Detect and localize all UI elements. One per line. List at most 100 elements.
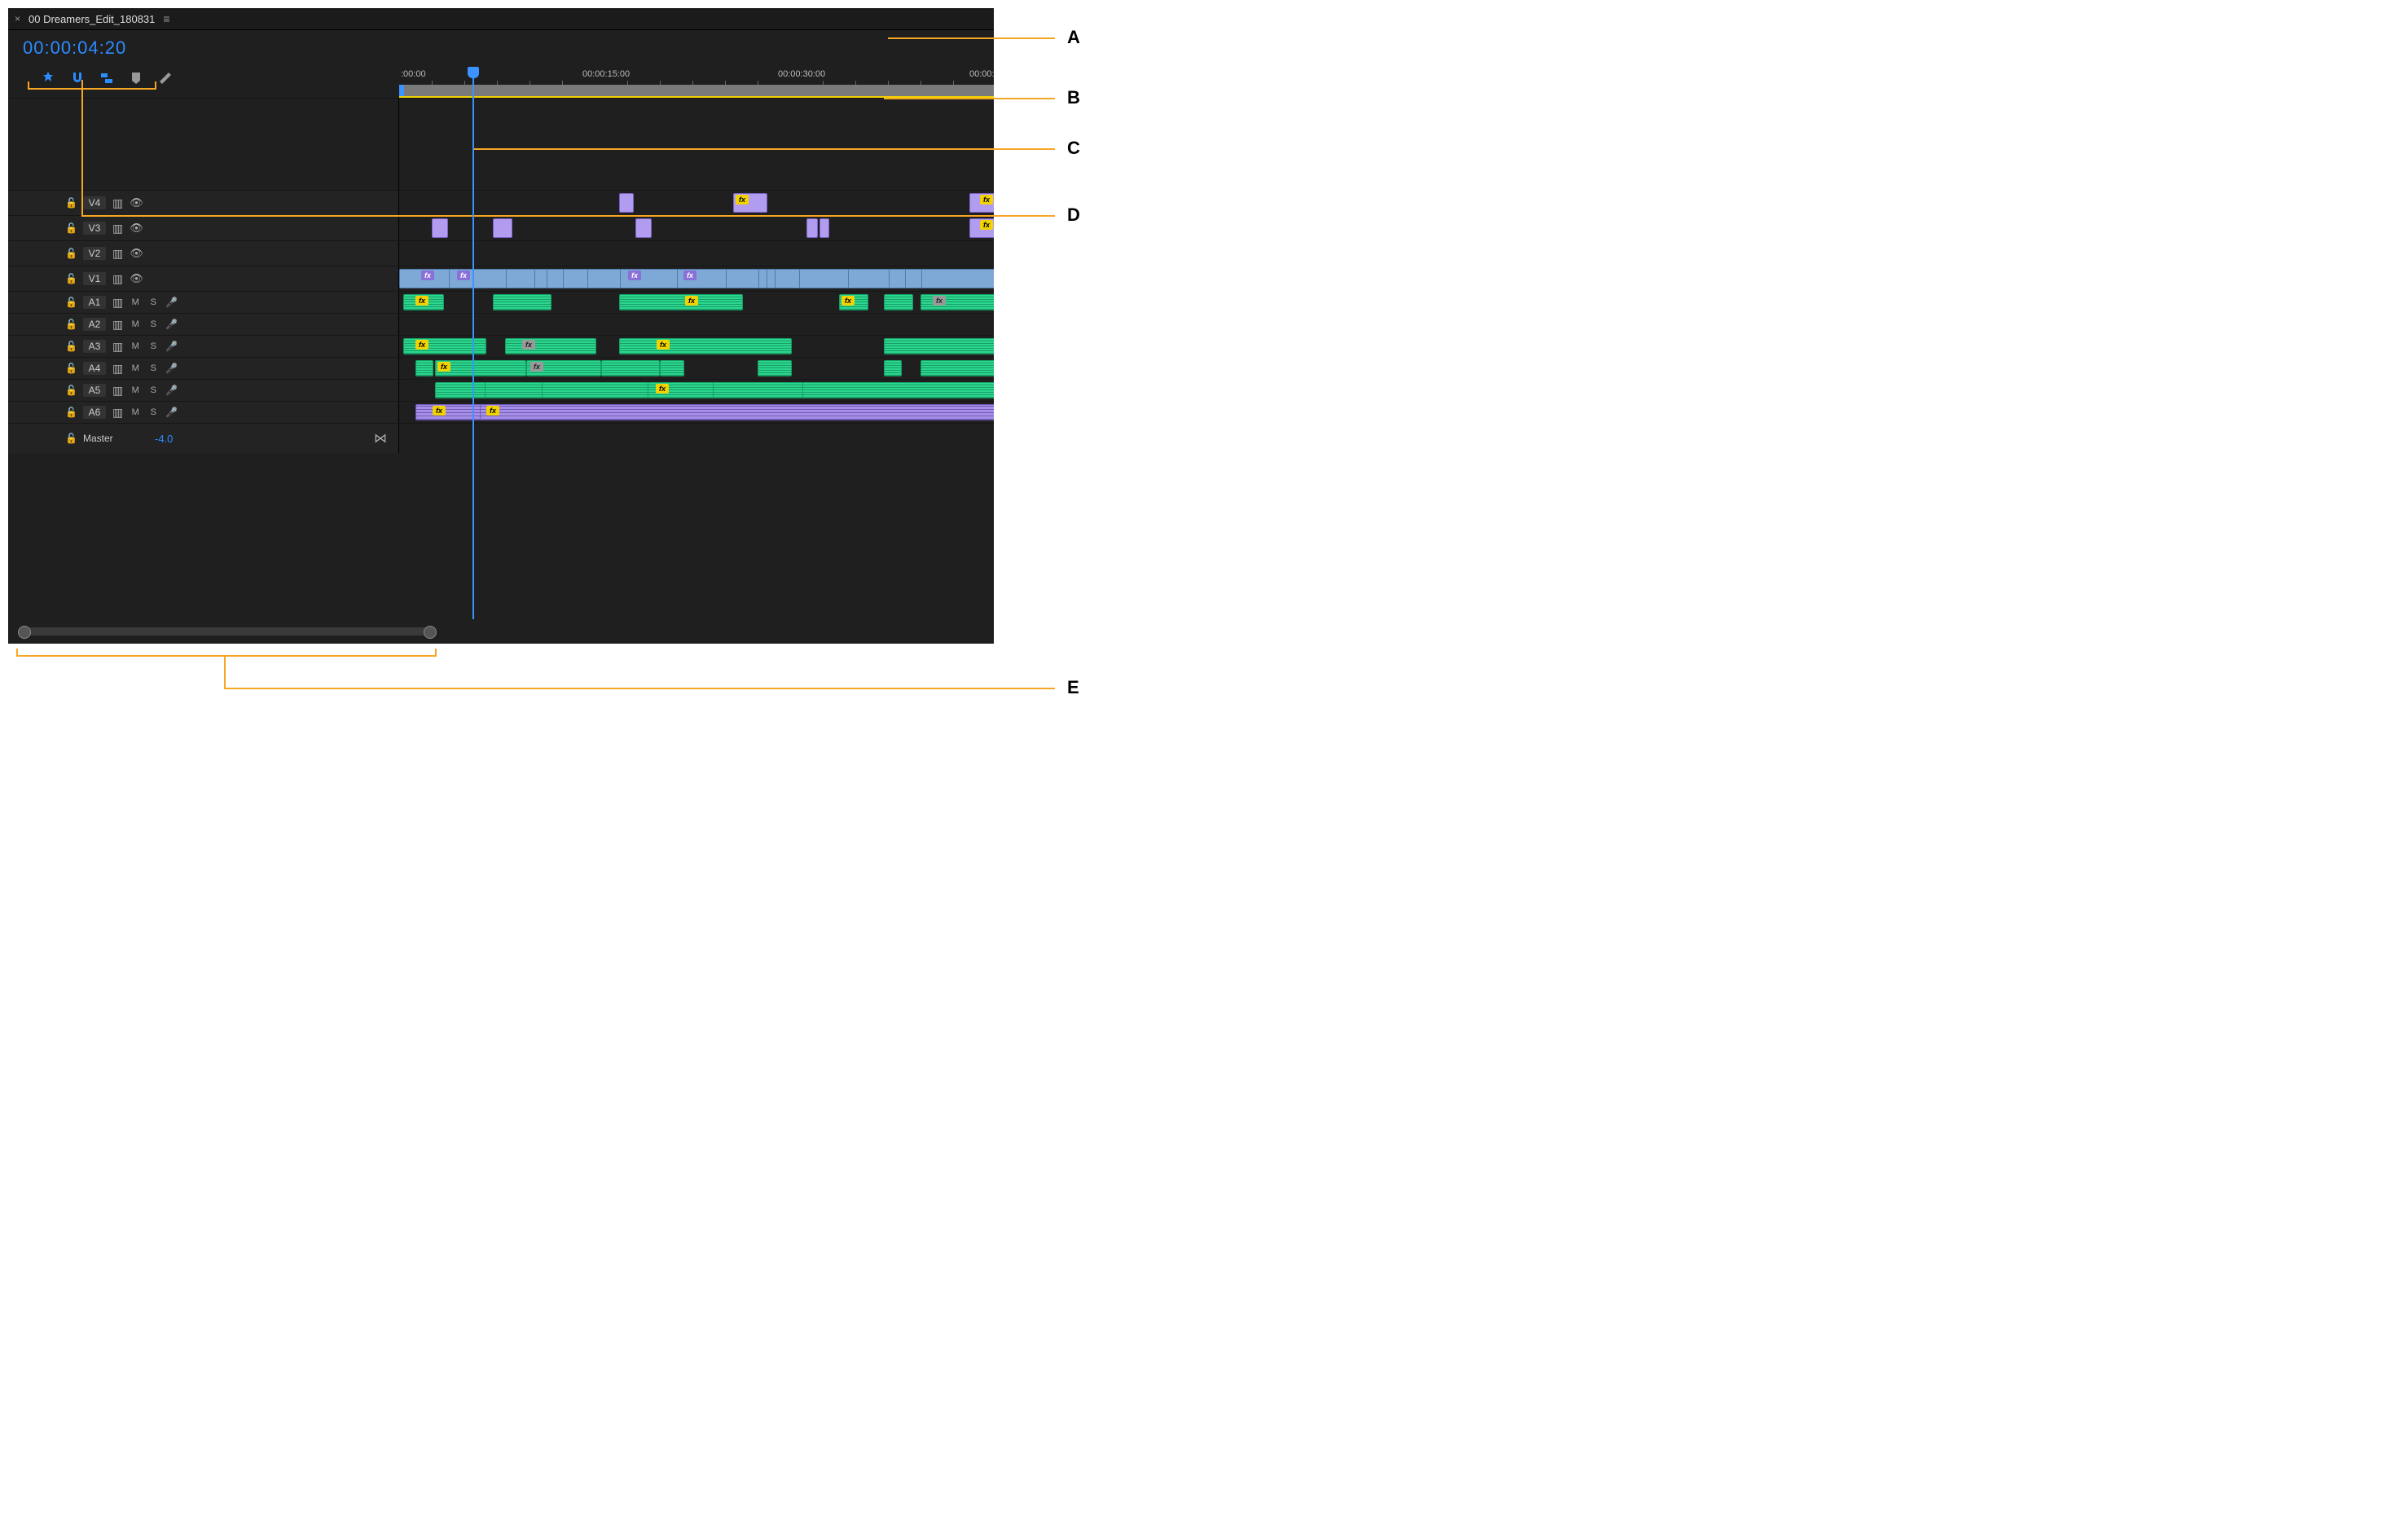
track-a2-clips[interactable]: [399, 313, 994, 335]
lock-icon[interactable]: 🔓: [65, 433, 77, 444]
track-v2-clips[interactable]: [399, 240, 994, 266]
video-clip[interactable]: [635, 218, 652, 238]
sync-lock-icon[interactable]: ▥: [112, 272, 123, 286]
track-name[interactable]: A3: [83, 340, 106, 353]
video-clip[interactable]: [820, 218, 829, 238]
lock-icon[interactable]: 🔓: [65, 341, 77, 352]
track-header-a6[interactable]: 🔓 A6 ▥ M S 🎤: [8, 401, 399, 423]
track-a6-clips[interactable]: fx fx: [399, 401, 994, 423]
video-clip[interactable]: [493, 218, 512, 238]
video-clip[interactable]: fx fx fx fx: [399, 269, 994, 288]
track-a4-clips[interactable]: fx fx: [399, 357, 994, 379]
toggle-output-icon[interactable]: 👁: [130, 247, 143, 260]
lock-icon[interactable]: 🔓: [65, 248, 77, 259]
solo-button[interactable]: S: [147, 407, 159, 417]
audio-clip[interactable]: fx: [839, 294, 868, 310]
track-header-v3[interactable]: 🔓 V3 ▥ 👁: [8, 215, 399, 240]
zoom-handle-left[interactable]: [18, 626, 31, 639]
video-clip[interactable]: [619, 193, 634, 213]
sync-lock-icon[interactable]: ▥: [112, 222, 123, 235]
track-name[interactable]: A6: [83, 406, 106, 419]
voice-over-icon[interactable]: 🎤: [165, 319, 178, 330]
time-ruler[interactable]: :00:00 00:00:15:00 00:00:30:00 00:00:4: [399, 67, 994, 86]
audio-clip[interactable]: [415, 360, 433, 376]
lock-icon[interactable]: 🔓: [65, 385, 77, 396]
track-header-v2[interactable]: 🔓 V2 ▥ 👁: [8, 240, 399, 266]
track-name[interactable]: A1: [83, 296, 106, 309]
sync-lock-icon[interactable]: ▥: [112, 196, 123, 210]
sync-lock-icon[interactable]: ▥: [112, 384, 123, 398]
playhead-handle-icon[interactable]: [468, 67, 479, 78]
audio-clip[interactable]: [601, 360, 660, 376]
track-v4-clips[interactable]: fx fx: [399, 190, 994, 215]
audio-clip[interactable]: [758, 360, 792, 376]
sync-lock-icon[interactable]: ▥: [112, 406, 123, 420]
audio-clip[interactable]: [493, 294, 551, 310]
track-header-a3[interactable]: 🔓 A3 ▥ M S 🎤: [8, 335, 399, 357]
audio-clip[interactable]: fx: [921, 294, 994, 310]
mute-button[interactable]: M: [130, 341, 141, 351]
track-a5-clips[interactable]: fx: [399, 379, 994, 401]
solo-button[interactable]: S: [147, 385, 159, 395]
mute-button[interactable]: M: [130, 363, 141, 373]
track-name[interactable]: V4: [83, 196, 106, 209]
voice-over-icon[interactable]: 🎤: [165, 363, 178, 374]
audio-clip[interactable]: [660, 360, 684, 376]
audio-clip[interactable]: [884, 338, 994, 354]
audio-clip[interactable]: fx: [526, 360, 601, 376]
sync-lock-icon[interactable]: ▥: [112, 318, 123, 332]
track-header-a5[interactable]: 🔓 A5 ▥ M S 🎤: [8, 379, 399, 401]
mute-button[interactable]: M: [130, 297, 141, 307]
toggle-output-icon[interactable]: 👁: [130, 272, 143, 285]
voice-over-icon[interactable]: 🎤: [165, 407, 178, 418]
track-name[interactable]: A5: [83, 384, 106, 397]
solo-button[interactable]: S: [147, 297, 159, 307]
audio-clip[interactable]: fx: [435, 382, 994, 398]
solo-button[interactable]: S: [147, 341, 159, 351]
video-clip[interactable]: fx: [733, 193, 767, 213]
mute-button[interactable]: M: [130, 319, 141, 329]
track-a1-clips[interactable]: fx fx fx fx: [399, 291, 994, 313]
voice-over-icon[interactable]: 🎤: [165, 297, 178, 308]
track-v3-clips[interactable]: fx: [399, 215, 994, 240]
track-v1-clips[interactable]: fx fx fx fx: [399, 266, 994, 291]
audio-clip[interactable]: fx: [435, 360, 526, 376]
video-clip[interactable]: fx: [969, 193, 994, 213]
lock-icon[interactable]: 🔓: [65, 297, 77, 308]
track-header-v4[interactable]: 🔓 V4 ▥ 👁: [8, 190, 399, 215]
track-name[interactable]: V1: [83, 272, 106, 285]
video-clip[interactable]: [806, 218, 818, 238]
track-name[interactable]: A4: [83, 362, 106, 375]
work-area-bar[interactable]: [399, 85, 994, 98]
voice-over-icon[interactable]: 🎤: [165, 385, 178, 396]
track-header-a4[interactable]: 🔓 A4 ▥ M S 🎤: [8, 357, 399, 379]
toggle-output-icon[interactable]: 👁: [130, 222, 143, 235]
lock-icon[interactable]: 🔓: [65, 273, 77, 284]
close-tab-icon[interactable]: ×: [15, 13, 20, 24]
audio-clip[interactable]: fx fx: [415, 404, 994, 420]
work-area-in-handle[interactable]: [399, 85, 404, 96]
audio-clip[interactable]: fx: [619, 294, 743, 310]
track-a3-clips[interactable]: fx fx fx: [399, 335, 994, 357]
track-name[interactable]: V2: [83, 247, 106, 260]
video-clip[interactable]: fx: [969, 218, 994, 238]
panel-menu-icon[interactable]: ≡: [163, 12, 169, 25]
track-header-master[interactable]: 🔓 Master -4.0 ⋈: [8, 423, 399, 453]
playhead[interactable]: [472, 67, 474, 619]
zoom-scrollbar[interactable]: [20, 627, 435, 636]
sequence-title[interactable]: 00 Dreamers_Edit_180831: [29, 13, 155, 25]
toggle-output-icon[interactable]: 👁: [130, 196, 143, 209]
audio-clip[interactable]: [884, 294, 913, 310]
track-header-a2[interactable]: 🔓 A2 ▥ M S 🎤: [8, 313, 399, 335]
mute-button[interactable]: M: [130, 385, 141, 395]
master-volume[interactable]: -4.0: [155, 433, 173, 445]
lock-icon[interactable]: 🔓: [65, 363, 77, 374]
zoom-handle-right[interactable]: [424, 626, 437, 639]
track-name[interactable]: A2: [83, 318, 106, 331]
audio-clip[interactable]: fx: [619, 338, 792, 354]
solo-button[interactable]: S: [147, 319, 159, 329]
track-header-v1[interactable]: 🔓 V1 ▥ 👁: [8, 266, 399, 291]
solo-button[interactable]: S: [147, 363, 159, 373]
track-header-a1[interactable]: 🔓 A1 ▥ M S 🎤: [8, 291, 399, 313]
mute-button[interactable]: M: [130, 407, 141, 417]
